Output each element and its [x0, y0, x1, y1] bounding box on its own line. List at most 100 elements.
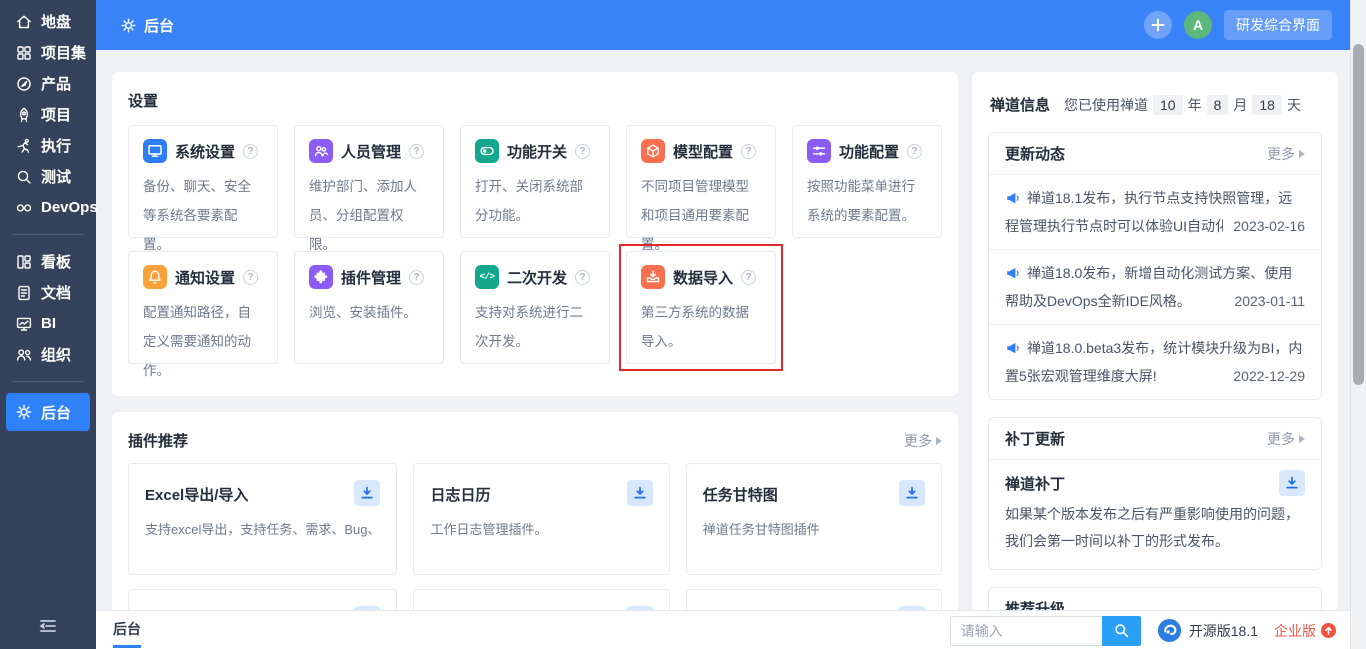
gear-icon [15, 403, 33, 421]
help-icon[interactable] [575, 270, 590, 285]
updates-box: 更新动态 更多 禅道18.1发布，执行节点支持快照管理，远程管理执行节点时可以体… [988, 132, 1322, 400]
megaphone-icon [1005, 190, 1021, 206]
download-button[interactable] [354, 480, 380, 506]
card-feature-config[interactable]: 功能配置 按照功能菜单进行系统的要素配置。 [792, 125, 942, 238]
download-button[interactable] [1279, 470, 1305, 496]
topbar: 后台 A 研发综合界面 [96, 0, 1350, 50]
search-button[interactable] [1102, 616, 1141, 646]
puzzle-icon [309, 265, 333, 289]
help-icon[interactable] [243, 144, 258, 159]
help-icon[interactable] [409, 270, 424, 285]
sidebar-collapse-icon[interactable] [37, 615, 59, 637]
patch-title: 补丁更新 [1005, 428, 1065, 449]
card-title: 功能开关 [507, 141, 567, 162]
toggle-icon [475, 139, 499, 163]
usage-months-unit: 月 [1233, 95, 1247, 115]
sidebar-item-kanban[interactable]: 看板 [6, 246, 90, 277]
updates-title: 更新动态 [1005, 143, 1065, 164]
enterprise-label: 企业版 [1274, 621, 1316, 641]
sidebar-item-execution[interactable]: 执行 [6, 130, 90, 161]
monitor-icon [143, 139, 167, 163]
bottom-tab-admin[interactable]: 后台 [113, 611, 141, 648]
card-plugin-management[interactable]: 插件管理 浏览、安装插件。 [294, 251, 444, 364]
plugins-title: 插件推荐 [128, 430, 188, 451]
download-button[interactable] [627, 480, 653, 506]
card-title: 插件管理 [341, 267, 401, 288]
card-staff-management[interactable]: 人员管理 维护部门、添加人员、分组配置权限。 [294, 125, 444, 238]
sidebar-item-label: 文档 [41, 282, 71, 303]
card-title: 模型配置 [673, 141, 733, 162]
version-info[interactable]: 开源版18.1 [1157, 618, 1258, 643]
avatar[interactable]: A [1184, 11, 1212, 39]
update-date: 2023-02-16 [1223, 212, 1305, 240]
sidebar-item-project[interactable]: 项目 [6, 99, 90, 130]
update-item[interactable]: 禅道18.0.beta3发布，统计模块升级为BI，内置5张宏观管理维度大屏! 2… [989, 325, 1321, 399]
patch-more-link[interactable]: 更多 [1267, 429, 1305, 449]
help-icon[interactable] [243, 270, 258, 285]
sidebar-divider [12, 381, 84, 382]
updates-more-link[interactable]: 更多 [1267, 144, 1305, 164]
sidebar-item-devops[interactable]: DevOps [6, 192, 90, 223]
users-icon [309, 139, 333, 163]
card-desc: 浏览、安装插件。 [309, 298, 429, 327]
sidebar-item-test[interactable]: 测试 [6, 161, 90, 192]
code-icon: </> [475, 265, 499, 289]
version-label: 开源版18.1 [1189, 621, 1258, 641]
help-icon[interactable] [409, 144, 424, 159]
download-button[interactable] [899, 480, 925, 506]
search-icon [1113, 622, 1130, 639]
help-icon[interactable] [575, 144, 590, 159]
update-item[interactable]: 禅道18.0发布，新增自动化测试方案、使用帮助及DevOps全新IDE风格。 2… [989, 250, 1321, 325]
card-desc: 支持对系统进行二次开发。 [475, 298, 595, 356]
usage-days-unit: 天 [1287, 95, 1301, 115]
plugin-card-excel[interactable]: Excel导出/导入 支持excel导出，支持任务、需求、Bug、 [128, 463, 397, 575]
rnd-view-button[interactable]: 研发综合界面 [1224, 10, 1332, 40]
sidebar-item-product[interactable]: 产品 [6, 68, 90, 99]
sidebar-item-label: BI [41, 315, 56, 332]
plugin-title: 日志日历 [430, 484, 490, 505]
left-sidebar: 地盘 项目集 产品 项目 执行 测试 DevOps 看板 [0, 0, 96, 649]
plugin-card-gantt[interactable]: 任务甘特图 禅道任务甘特图插件 [686, 463, 942, 575]
help-icon[interactable] [907, 144, 922, 159]
sidebar-item-program[interactable]: 项目集 [6, 37, 90, 68]
plugin-title: Excel导出/导入 [145, 484, 248, 505]
card-secondary-dev[interactable]: </> 二次开发 支持对系统进行二次开发。 [460, 251, 610, 364]
import-icon [641, 265, 665, 289]
help-icon[interactable] [741, 144, 756, 159]
help-icon[interactable] [741, 270, 756, 285]
update-item[interactable]: 禅道18.1发布，执行节点支持快照管理，远程管理执行节点时可以体验UI自动化测 … [989, 175, 1321, 250]
upgrade-arrow-icon [1321, 623, 1336, 638]
card-title: 人员管理 [341, 141, 401, 162]
scrollbar-thumb[interactable] [1353, 44, 1364, 385]
card-feature-switch[interactable]: 功能开关 打开、关闭系统部分功能。 [460, 125, 610, 238]
program-grid-icon [15, 44, 33, 62]
card-model-config[interactable]: 模型配置 不同项目管理模型和项目通用要素配置。 [626, 125, 776, 238]
sidebar-item-home[interactable]: 地盘 [6, 6, 90, 37]
add-button[interactable] [1144, 11, 1172, 39]
sidebar-item-doc[interactable]: 文档 [6, 277, 90, 308]
sidebar-item-org[interactable]: 组织 [6, 339, 90, 370]
kanban-icon [15, 253, 33, 271]
enterprise-link[interactable]: 企业版 [1274, 621, 1336, 641]
card-system-settings[interactable]: 系统设置 备份、聊天、安全等系统各要素配置。 [128, 125, 278, 238]
card-desc: 打开、关闭系统部分功能。 [475, 172, 595, 230]
card-desc: 配置通知路径，自定义需要通知的动作。 [143, 298, 263, 385]
sidebar-item-bi[interactable]: BI [6, 308, 90, 339]
plugins-more-link[interactable]: 更多 [904, 431, 942, 451]
plugin-card-log-calendar[interactable]: 日志日历 工作日志管理插件。 [413, 463, 669, 575]
project-icon [15, 106, 33, 124]
card-title: 系统设置 [175, 141, 235, 162]
product-icon [15, 75, 33, 93]
sidebar-divider [12, 234, 84, 235]
card-title: 数据导入 [673, 267, 733, 288]
card-desc: 维护部门、添加人员、分组配置权限。 [309, 172, 429, 259]
search-input[interactable] [950, 616, 1102, 646]
card-notification-settings[interactable]: 通知设置 配置通知路径，自定义需要通知的动作。 [128, 251, 278, 364]
org-people-icon [15, 346, 33, 364]
card-title: 功能配置 [839, 141, 899, 162]
plugin-title: 任务甘特图 [703, 484, 778, 505]
upgrade-title: 推荐升级 [1005, 598, 1065, 610]
sidebar-item-admin[interactable]: 后台 [6, 393, 90, 431]
card-data-import[interactable]: 数据导入 第三方系统的数据导入。 [626, 251, 776, 364]
bottom-bar: 后台 开源版18.1 企业版 [96, 610, 1350, 649]
